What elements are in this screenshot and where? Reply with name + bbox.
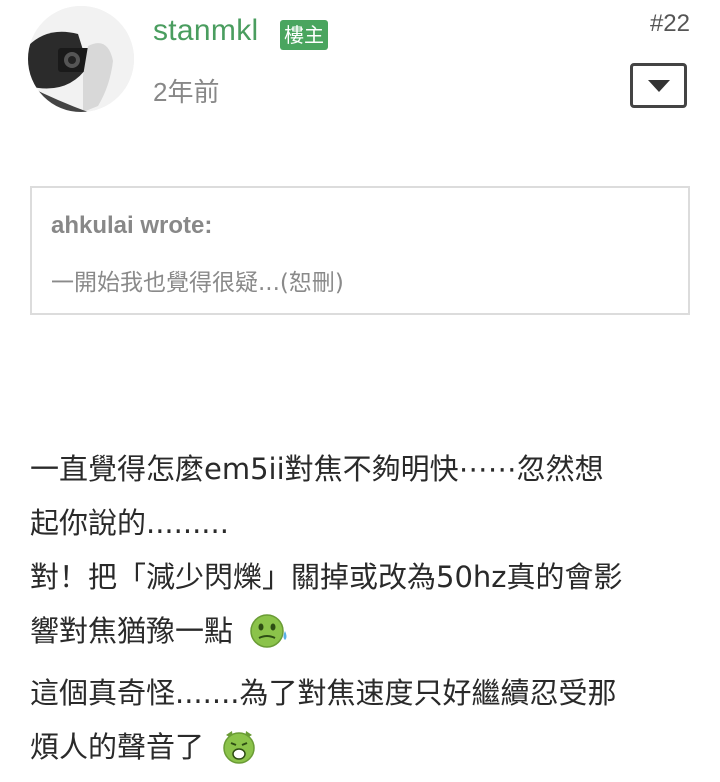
avatar[interactable] [28,6,134,112]
content-line: 響對焦猶豫一點 [30,604,695,666]
content-line: 煩人的聲音了 [30,720,695,782]
content-line: 這個真奇怪.......為了對焦速度只好繼續忍受那 [30,676,617,710]
op-badge: 樓主 [280,20,328,50]
content-line: 對！把「減少閃爍」關掉或改為50hz真的會影 [30,560,623,594]
content-text: 響對焦猶豫一點 [30,614,234,648]
post-menu-button[interactable] [630,63,687,108]
content-text: 煩人的聲音了 [30,730,205,764]
quote-author: ahkulai wrote: [51,212,213,239]
quote-block: ahkulai wrote: 一開始我也覺得很疑...(恕刪) [30,186,690,315]
post-time: 2年前 [153,77,220,107]
author-name[interactable]: stanmkl [153,14,258,48]
dropdown-arrow-icon [647,79,670,92]
crying-smiley-icon [220,728,258,782]
sweat-smiley-icon [249,612,291,666]
content-line: 起你說的......... [30,506,229,540]
post-content: 一直覺得怎麼em5ii對焦不夠明快⋯⋯忽然想 起你說的......... 對！把… [30,442,695,782]
quote-text: 一開始我也覺得很疑...(恕刪) [51,270,344,296]
avatar-photo [28,6,134,112]
content-line: 一直覺得怎麼em5ii對焦不夠明快⋯⋯忽然想 [30,452,604,486]
post-number[interactable]: #22 [650,10,690,38]
